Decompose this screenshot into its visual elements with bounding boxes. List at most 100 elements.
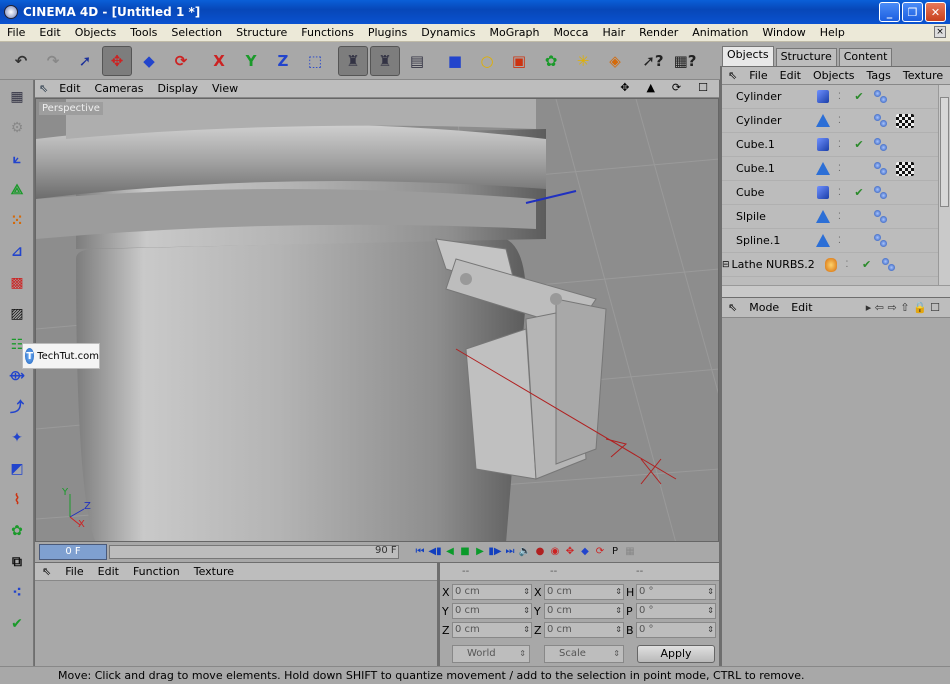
paint-tool[interactable]: ⚙ [2,114,32,142]
object-list-scrollbar[interactable] [938,85,950,285]
object-row[interactable]: Cube ⁚ ✔ [722,181,938,205]
z-axis-button[interactable]: Z [268,46,298,76]
tag-icon[interactable] [872,88,890,106]
tag-icon[interactable] [872,112,890,130]
wrap-tool[interactable]: ✿ [2,517,32,545]
cube-object-button[interactable]: ■ [440,46,470,76]
tab-objects[interactable]: Objects [722,46,774,66]
material-manager-area[interactable] [35,581,437,666]
enabled-check-icon[interactable]: ✔ [860,258,874,271]
material-menu-texture[interactable]: Texture [187,565,241,578]
visibility-dots-icon[interactable]: ⁚ [838,188,846,198]
redo-button[interactable]: ↷ [38,46,68,76]
play-backward-icon[interactable]: ◀ [443,543,457,559]
light-button[interactable]: ◈ [600,46,630,76]
menu-mocca[interactable]: Mocca [546,26,595,39]
spinner-icon[interactable]: ⇕ [523,604,530,618]
maximize-button[interactable]: ❐ [902,2,923,22]
pla-key-icon[interactable]: ▦ [623,543,637,559]
goto-end-icon[interactable]: ⏭ [503,543,517,559]
stop-icon[interactable]: ■ [458,543,472,559]
object-row[interactable]: Cylinder ⁚ ✔ [722,85,938,109]
x-axis-button[interactable]: X [204,46,234,76]
object-row[interactable]: Cylinder ⁚ [722,109,938,133]
tag-icon[interactable] [872,160,890,178]
tag-icon[interactable] [872,184,890,202]
enabled-check-icon[interactable]: ✔ [852,138,866,151]
object-menu-texture[interactable]: Texture [897,69,949,82]
menu-structure[interactable]: Structure [229,26,294,39]
menu-selection[interactable]: Selection [164,26,229,39]
menu-render[interactable]: Render [632,26,685,39]
attr-pin-icon[interactable]: ⇖ [722,301,743,314]
object-menu-objects[interactable]: Objects [807,69,861,82]
sound-icon[interactable]: 🔈 [518,543,532,559]
tab-content[interactable]: Content [838,48,893,66]
enabled-check-icon[interactable]: ✔ [852,90,866,103]
coord-field-y[interactable]: 0 cm ⇕ [452,603,532,619]
material-menu-file[interactable]: File [58,565,90,578]
viewport-menu-display[interactable]: Display [150,82,205,95]
spinner-icon[interactable]: ⇕ [707,604,714,618]
coord-field-h[interactable]: 0 ° ⇕ [636,584,716,600]
visibility-dots-icon[interactable]: ⁚ [838,116,846,126]
next-key-icon[interactable]: ▮▶ [488,543,502,559]
coord-field-y[interactable]: 0 cm ⇕ [544,603,624,619]
menu-window[interactable]: Window [755,26,812,39]
deformer-button[interactable]: ✳ [568,46,598,76]
menu-close-icon[interactable]: × [934,26,946,38]
object-row[interactable]: Cube.1 ⁚ [722,157,938,181]
tag-icon[interactable] [872,136,890,154]
coord-field-b[interactable]: 0 ° ⇕ [636,622,716,638]
visibility-dots-icon[interactable]: ⁚ [846,260,854,270]
key-icon[interactable]: ◉ [548,543,562,559]
visibility-dots-icon[interactable]: ⁚ [838,212,846,222]
visibility-dots-icon[interactable]: ⁚ [838,164,846,174]
rotate-tool-button[interactable]: ⟳ [166,46,196,76]
nurbs-button[interactable]: ▣ [504,46,534,76]
spinner-icon[interactable]: ⇕ [707,585,714,599]
move-tool-button[interactable]: ✥ [102,45,132,76]
material-menu-function[interactable]: Function [126,565,187,578]
tab-structure[interactable]: Structure [775,48,837,66]
texture-tag-icon[interactable] [896,161,914,176]
object-mode-tool[interactable]: ⟁ [2,176,32,204]
minimize-button[interactable]: _ [879,2,900,22]
menu-tools[interactable]: Tools [123,26,164,39]
menu-animation[interactable]: Animation [685,26,755,39]
check-tool[interactable]: ✔ [2,610,32,638]
brush-tool[interactable]: ◩ [2,455,32,483]
coord-field-z[interactable]: 0 cm ⇕ [452,622,532,638]
scroll-thumb[interactable] [940,97,949,207]
morph-tool[interactable]: ⧉ [2,548,32,576]
goto-start-icon[interactable]: ⏮ [413,543,427,559]
expand-icon[interactable]: ⊟ [722,260,730,270]
move-view-icon[interactable]: ✥ [613,81,636,94]
zoom-view-icon[interactable]: ▲ [639,81,661,94]
viewport-pin-icon[interactable]: ⇖ [35,82,52,95]
menu-objects[interactable]: Objects [68,26,124,39]
close-button[interactable]: ✕ [925,2,946,22]
tag-icon[interactable] [872,208,890,226]
help-window-button[interactable]: ▦? [670,46,700,76]
rotation-key-icon[interactable]: ⟳ [593,543,607,559]
tag-icon[interactable] [880,256,898,274]
spinner-icon[interactable]: ⇕ [615,604,622,618]
object-menu-file[interactable]: File [743,69,773,82]
timeline-slider[interactable] [109,545,399,559]
spline-tool-tool[interactable]: ⌇ [2,486,32,514]
object-menu-edit[interactable]: Edit [774,69,807,82]
menu-functions[interactable]: Functions [294,26,361,39]
spinner-icon[interactable]: ⇕ [707,623,714,637]
coord-field-z[interactable]: 0 cm ⇕ [544,622,624,638]
points-mode-tool[interactable]: ⁙ [2,207,32,235]
attr-nav-icons[interactable]: ▸ ⇦ ⇨ ⇧ 🔒 ☐ [860,301,946,314]
record-icon[interactable]: ● [533,543,547,559]
visibility-dots-icon[interactable]: ⁚ [838,236,846,246]
menu-hair[interactable]: Hair [596,26,633,39]
spinner-icon[interactable]: ⇕ [523,623,530,637]
coord-field-p[interactable]: 0 ° ⇕ [636,603,716,619]
attr-menu-edit[interactable]: Edit [785,301,818,314]
rotate-view-icon[interactable]: ⟳ [665,81,688,94]
undo-button[interactable]: ↶ [6,46,36,76]
